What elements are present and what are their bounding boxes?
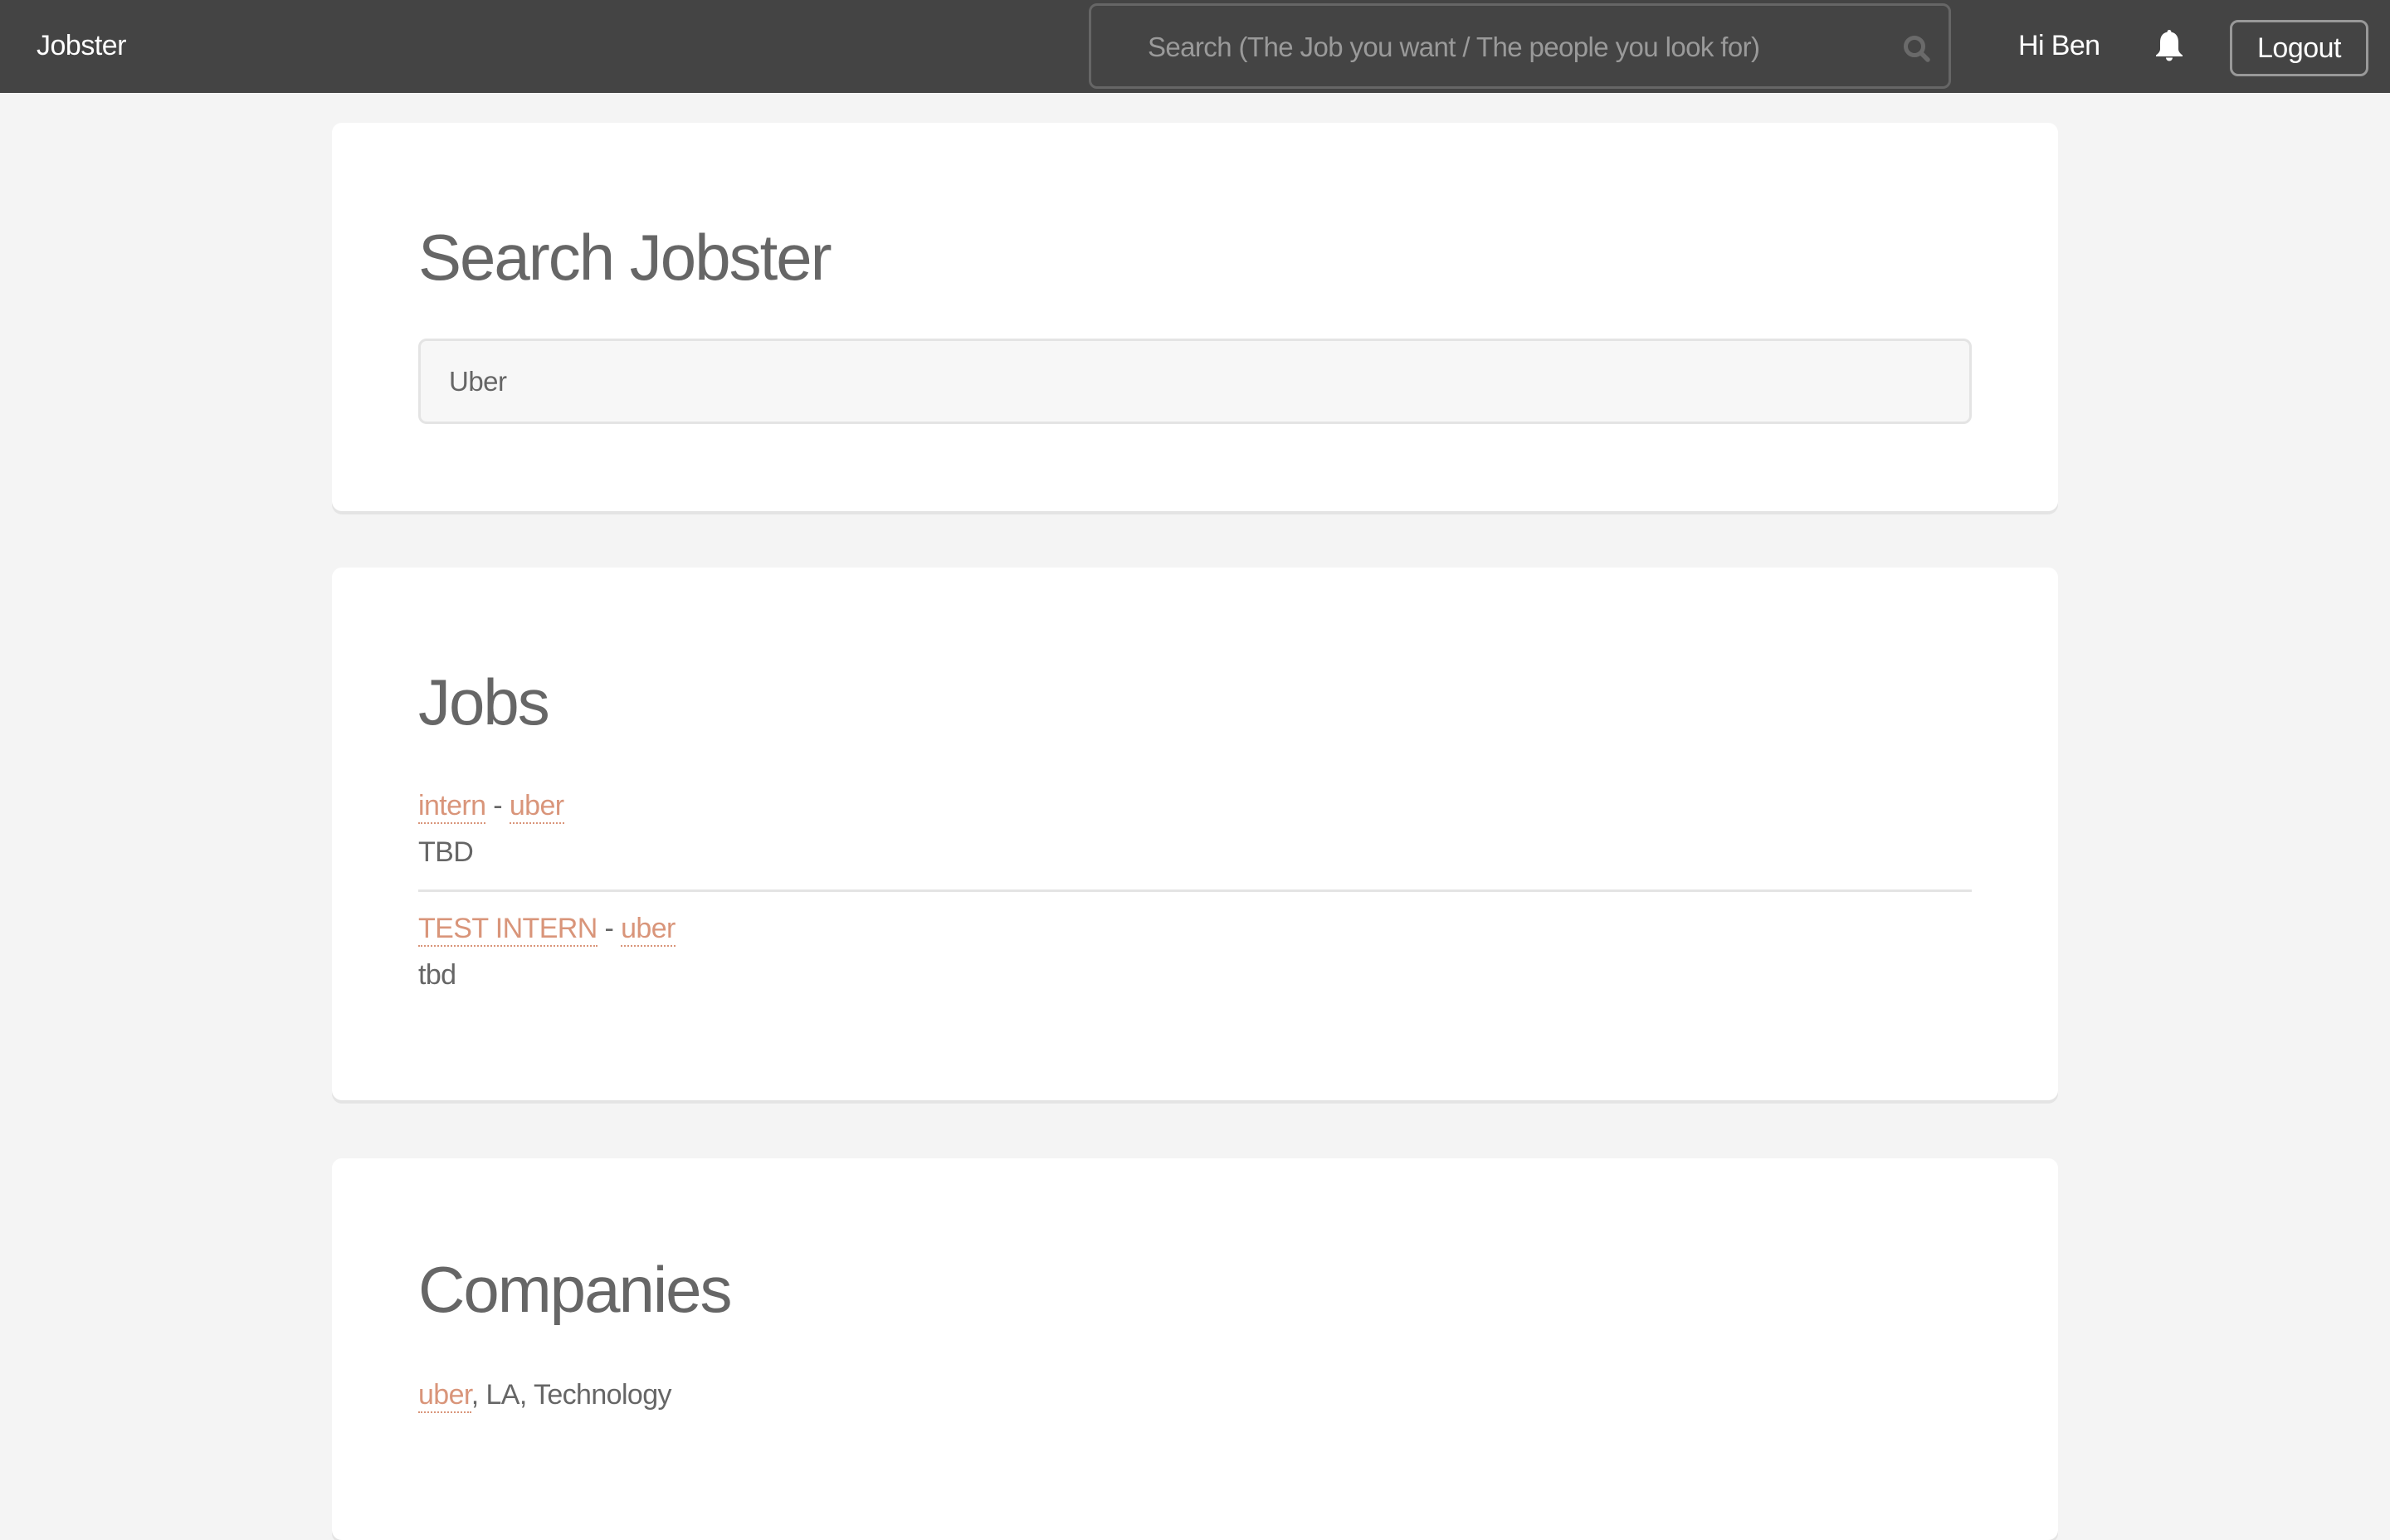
job-separator: - — [485, 790, 510, 821]
job-description: TBD — [418, 836, 474, 868]
companies-title: Companies — [418, 1253, 733, 1326]
jobs-card: Jobs intern - uber TBD TEST INTERN - ube… — [332, 568, 2058, 1100]
job-item-title-line: TEST INTERN - uber — [418, 909, 676, 948]
job-description: tbd — [418, 959, 456, 991]
companies-card: Companies uber, LA, Technology — [332, 1158, 2058, 1540]
logout-button[interactable]: Logout — [2230, 20, 2368, 76]
search-query-input[interactable] — [418, 339, 1972, 424]
brand-logo[interactable]: Jobster — [37, 27, 127, 65]
navbar-search-box[interactable] — [1089, 3, 1951, 89]
job-item-title-line: intern - uber — [418, 787, 564, 825]
job-title-link[interactable]: TEST INTERN — [418, 913, 598, 947]
job-company-link[interactable]: uber — [509, 790, 564, 824]
navbar-search-input[interactable] — [1148, 24, 1861, 71]
job-divider — [418, 889, 1972, 892]
user-greeting[interactable]: Hi Ben — [2018, 27, 2100, 65]
company-item: uber, LA, Technology — [418, 1376, 672, 1414]
search-icon[interactable] — [1900, 33, 1934, 66]
jobs-title: Jobs — [418, 665, 550, 738]
search-title: Search Jobster — [418, 221, 832, 294]
job-separator: - — [597, 913, 622, 944]
job-company-link[interactable]: uber — [621, 913, 676, 947]
company-name-link[interactable]: uber — [418, 1379, 471, 1413]
bell-icon[interactable] — [2153, 28, 2186, 63]
job-title-link[interactable]: intern — [418, 790, 486, 824]
search-card: Search Jobster — [332, 123, 2058, 511]
company-details: , LA, Technology — [471, 1379, 672, 1411]
navbar: Jobster Hi Ben Logout — [0, 0, 2390, 93]
